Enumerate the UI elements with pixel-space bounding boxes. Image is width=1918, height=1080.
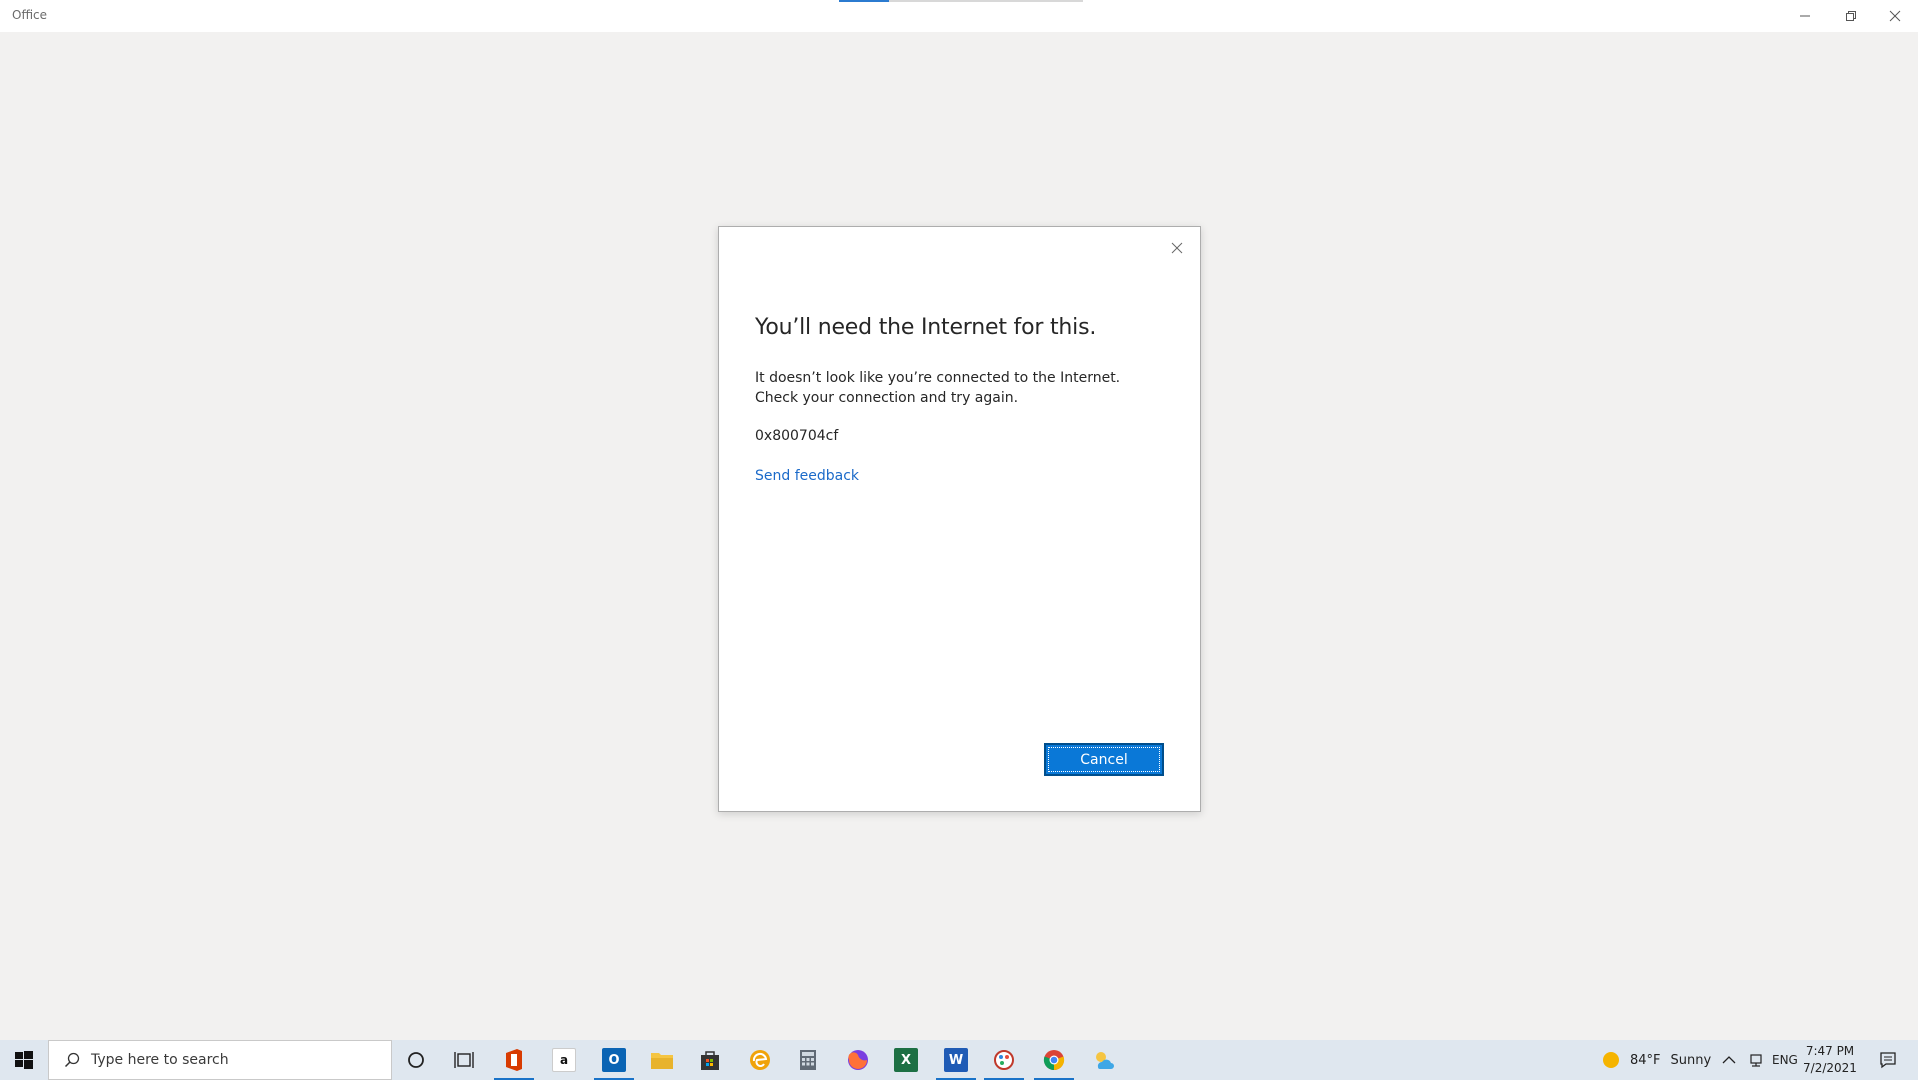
chrome-icon [1043, 1050, 1065, 1071]
cancel-button[interactable]: Cancel [1044, 743, 1164, 776]
chevron-up-icon [1722, 1056, 1736, 1064]
action-center-button[interactable] [1868, 1040, 1908, 1080]
word-taskbar-button[interactable]: W [932, 1040, 980, 1080]
weather-app-taskbar-button[interactable] [1080, 1040, 1128, 1080]
store-icon [701, 1051, 719, 1070]
minimize-button[interactable] [1782, 0, 1828, 32]
amazon-taskbar-button[interactable]: a [540, 1040, 588, 1080]
file-explorer-taskbar-button[interactable] [638, 1040, 686, 1080]
excel-taskbar-button[interactable]: X [882, 1040, 930, 1080]
paint-taskbar-button[interactable] [980, 1040, 1028, 1080]
word-icon: W [944, 1048, 968, 1072]
office-icon [506, 1049, 522, 1071]
minimize-icon [1800, 15, 1810, 17]
show-hidden-icons-button[interactable] [1722, 1040, 1736, 1080]
network-icon [1750, 1054, 1762, 1067]
paint-icon [994, 1050, 1014, 1070]
store-taskbar-button[interactable] [686, 1040, 734, 1080]
loading-progress-bar [839, 0, 1083, 2]
task-view-button[interactable] [440, 1040, 488, 1080]
chrome-taskbar-button[interactable] [1030, 1040, 1078, 1080]
cortana-button[interactable] [392, 1040, 440, 1080]
input-language-button[interactable]: ENG [1772, 1040, 1798, 1080]
outlook-taskbar-button[interactable]: O [590, 1040, 638, 1080]
notification-icon [1880, 1052, 1896, 1069]
excel-icon: X [894, 1048, 918, 1072]
internet-required-dialog: You’ll need the Internet for this. It do… [718, 226, 1201, 812]
close-icon [1889, 10, 1901, 22]
dialog-heading: You’ll need the Internet for this. [755, 315, 1097, 340]
calculator-icon [800, 1050, 816, 1070]
network-button[interactable] [1748, 1040, 1764, 1080]
close-button[interactable] [1872, 0, 1918, 32]
outlook-icon: O [602, 1048, 626, 1072]
weather-widget[interactable]: 84°F Sunny [1602, 1040, 1711, 1080]
taskbar: Type here to search a O X W 84°F Sunny E… [0, 1040, 1918, 1080]
task-view-icon [454, 1052, 474, 1068]
weather-temp: 84°F [1630, 1052, 1661, 1068]
windows-logo-icon [15, 1051, 33, 1069]
search-placeholder: Type here to search [91, 1052, 229, 1068]
window-title: Office [12, 8, 48, 22]
restore-button[interactable] [1828, 0, 1874, 32]
sun-icon [1603, 1052, 1619, 1068]
file-explorer-icon [651, 1053, 673, 1069]
window-titlebar: Office [0, 0, 1918, 32]
firefox-icon [848, 1050, 868, 1070]
weather-app-icon [1096, 1052, 1114, 1069]
dialog-message: It doesn’t look like you’re connected to… [755, 370, 1121, 406]
edge-taskbar-button[interactable] [736, 1040, 784, 1080]
error-code: 0x800704cf [755, 428, 839, 444]
clock-date: 7/2/2021 [1803, 1061, 1857, 1075]
office-taskbar-button[interactable] [490, 1040, 538, 1080]
taskbar-clock[interactable]: 7:47 PM 7/2/2021 [1800, 1043, 1860, 1077]
restore-icon [1846, 11, 1856, 21]
search-icon [63, 1051, 81, 1069]
clock-time: 7:47 PM [1805, 1044, 1855, 1058]
firefox-taskbar-button[interactable] [834, 1040, 882, 1080]
close-icon [1171, 242, 1183, 254]
send-feedback-link[interactable]: Send feedback [755, 468, 859, 484]
weather-condition: Sunny [1670, 1052, 1712, 1068]
taskbar-search-box[interactable]: Type here to search [48, 1040, 392, 1080]
start-button[interactable] [0, 1040, 48, 1080]
dialog-close-button[interactable] [1164, 235, 1190, 261]
calculator-taskbar-button[interactable] [784, 1040, 832, 1080]
amazon-icon: a [552, 1048, 576, 1072]
loading-progress-fill [839, 0, 889, 2]
cortana-icon [408, 1052, 424, 1068]
edge-icon [750, 1050, 770, 1070]
